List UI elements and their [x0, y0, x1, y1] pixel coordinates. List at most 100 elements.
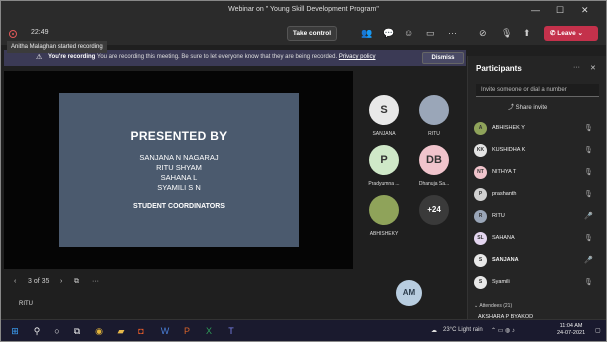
excel-icon[interactable]: X — [203, 325, 215, 337]
task-view-icon[interactable]: ⧉ — [71, 325, 83, 337]
invite-search-input[interactable]: Invite someone or dial a number — [476, 84, 599, 97]
avatar: KK — [474, 144, 487, 157]
teams-icon[interactable]: T — [225, 325, 237, 337]
list-item[interactable]: SL SAHANA 🎙 — [472, 228, 602, 250]
slide-footer: STUDENT COORDINATORS — [133, 203, 225, 210]
tile-sanjana[interactable]: S SANJANA — [358, 95, 410, 137]
participant-name: prashanth — [492, 191, 517, 197]
weather-icon: ☁ — [431, 328, 437, 334]
mic-off-icon[interactable]: 🎙 — [501, 28, 512, 39]
video-gallery: S SANJANA RITU P Pradyumna ... DB Dhanuj… — [356, 71, 466, 271]
participant-name: RITU — [492, 213, 505, 219]
mic-off-icon: 🎙 — [584, 279, 593, 286]
mic-off-icon: 🎙 — [584, 235, 593, 242]
clock[interactable]: 11:04 AM 24-07-2021 — [557, 323, 585, 337]
banner-message: You're recording You are recording this … — [48, 54, 376, 60]
cortana-icon[interactable]: ○ — [51, 325, 63, 337]
reactions-icon[interactable]: ☺ — [404, 28, 413, 38]
slide-navigation: ‹ 3 of 35 › ⧉ ··· — [4, 271, 353, 291]
tile-dhanuja[interactable]: DB Dhanuja Sa... — [408, 145, 460, 187]
clock-date: 24-07-2021 — [557, 330, 586, 336]
participant-name: Syamili — [492, 279, 510, 285]
avatar: SL — [474, 232, 487, 245]
participant-name: SAHANA — [492, 235, 515, 241]
list-item[interactable]: S Syamili 🎙 — [472, 272, 602, 294]
search-icon[interactable]: ⚲ — [31, 325, 43, 337]
avatar: S — [369, 95, 399, 125]
participant-name: KUSHIDHA K — [492, 147, 526, 153]
meeting-timer: 22:49 — [31, 29, 49, 36]
chrome-icon[interactable]: ◉ — [93, 325, 105, 337]
teams-window: Webinar on " Young Skill Development Pro… — [0, 0, 607, 342]
avatar: P — [369, 145, 399, 175]
slide-name: SANJANA N NAGARAJ — [139, 153, 219, 162]
dismiss-button[interactable]: Dismiss — [422, 52, 464, 64]
panel-close-icon[interactable]: ✕ — [590, 64, 596, 72]
recording-icon — [9, 30, 17, 38]
chat-icon[interactable]: 💬 — [383, 28, 394, 39]
avatar: R — [474, 210, 487, 223]
share-icon[interactable]: ⬆ — [523, 28, 531, 39]
mic-off-icon: 🎙 — [584, 169, 593, 176]
tray-icons[interactable]: ⌃ ▭ ◍ ♪ — [491, 327, 515, 334]
slide-names: SANJANA N NAGARAJ RITU SHYAM SAHANA L SY… — [59, 153, 299, 193]
tile-ritu[interactable]: RITU — [408, 95, 460, 137]
people-icon[interactable]: 👥 — [361, 28, 372, 39]
powerpoint-icon[interactable]: P — [181, 325, 193, 337]
slide-more-button[interactable]: ··· — [92, 278, 99, 285]
maximize-button[interactable]: ☐ — [556, 5, 564, 16]
prev-slide-icon[interactable]: ‹ — [14, 278, 16, 285]
attendees-label: Attendees (21) — [479, 303, 513, 309]
self-avatar: AM — [396, 280, 422, 306]
rooms-icon[interactable]: ▭ — [426, 28, 435, 39]
close-button[interactable]: ✕ — [581, 5, 589, 16]
weather-text[interactable]: 23°C Light rain — [443, 327, 483, 333]
thumbnails-icon[interactable]: ⧉ — [74, 278, 79, 286]
title-bar: Webinar on " Young Skill Development Pro… — [1, 1, 606, 23]
window-title: Webinar on " Young Skill Development Pro… — [228, 6, 379, 13]
privacy-policy-link[interactable]: Privacy policy — [339, 54, 376, 60]
tile-label: SANJANA — [372, 131, 396, 137]
list-item[interactable]: KK KUSHIDHA K 🎙 — [472, 140, 602, 162]
word-icon[interactable]: W — [159, 325, 171, 337]
tile-label: ABHISHEKY — [369, 231, 399, 237]
avatar-photo — [419, 95, 449, 125]
list-item[interactable]: S SANJANA 🎤 — [472, 250, 602, 272]
tile-pradyumna[interactable]: P Pradyumna ... — [358, 145, 410, 187]
slide-name: SAHANA L — [160, 173, 198, 182]
tile-abhishek[interactable]: ABHISHEKY — [358, 195, 410, 237]
recording-tooltip: Anitha Malaghan started recording — [7, 41, 107, 53]
participant-name: SANJANA — [492, 257, 519, 263]
camera-off-icon[interactable]: ⊘ — [479, 28, 487, 39]
avatar: NT — [474, 166, 487, 179]
leave-label: Leave — [557, 30, 576, 37]
participant-name: ABHISHEK Y — [492, 125, 525, 131]
avatar: A — [474, 122, 487, 135]
warning-icon: ⚠ — [36, 54, 43, 61]
app-icon[interactable]: ◘ — [135, 325, 147, 337]
banner-bold: You're recording — [48, 54, 96, 60]
shared-content-stage: PRESENTED BY SANJANA N NAGARAJ RITU SHYA… — [4, 71, 353, 269]
tile-more-participants[interactable]: +24 — [408, 195, 460, 225]
minimize-button[interactable]: — — [531, 5, 540, 15]
attendees-section-header[interactable]: ⌄ Attendees (21) — [474, 303, 512, 309]
notifications-icon[interactable]: ▢ — [595, 327, 601, 334]
list-item[interactable]: NT NITHYA T 🎙 — [472, 162, 602, 184]
take-control-button[interactable]: Take control — [287, 26, 337, 41]
mic-off-icon: 🎙 — [584, 125, 593, 132]
share-invite-button[interactable]: ⤴ Share invite — [508, 102, 547, 111]
file-explorer-icon[interactable]: ▰ — [115, 325, 127, 337]
tile-label: Dhanuja Sa... — [418, 181, 450, 187]
list-item[interactable]: P prashanth 🎙 — [472, 184, 602, 206]
leave-button[interactable]: ✆ Leave ⌄ — [544, 26, 598, 41]
list-item[interactable]: A ABHISHEK Y 🎙 — [472, 118, 602, 140]
slide-heading: PRESENTED BY — [130, 129, 228, 143]
list-item[interactable]: R RITU 🎤 — [472, 206, 602, 228]
slide-name: SYAMILI S N — [157, 183, 201, 192]
overflow-count: +24 — [419, 195, 449, 225]
windows-start-icon[interactable]: ⊞ — [9, 325, 21, 337]
next-slide-icon[interactable]: › — [60, 278, 62, 285]
more-actions-icon[interactable]: ··· — [448, 28, 457, 38]
presentation-slide: PRESENTED BY SANJANA N NAGARAJ RITU SHYA… — [59, 93, 299, 247]
panel-more-icon[interactable]: ··· — [573, 64, 580, 71]
